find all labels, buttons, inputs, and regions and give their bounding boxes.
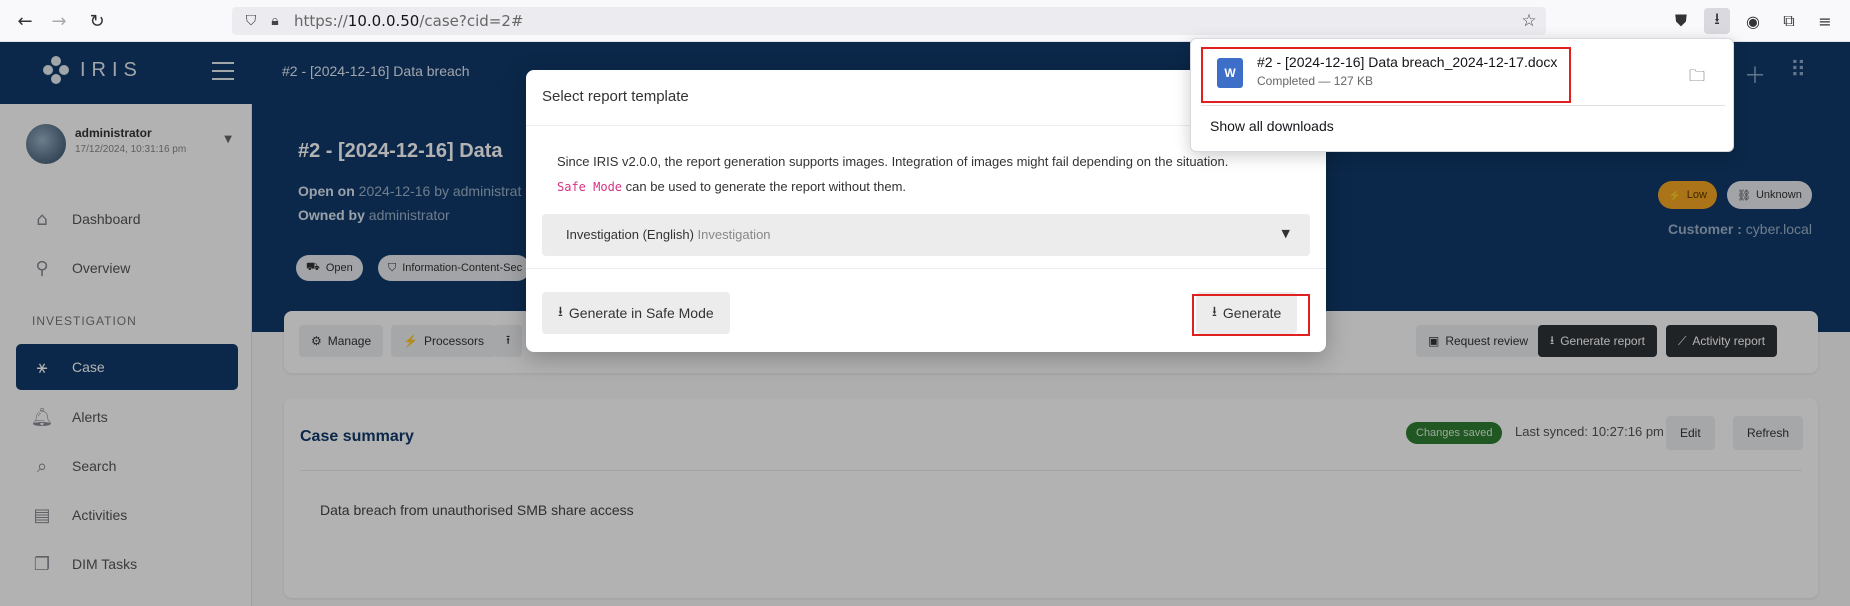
modal-title: Select report template bbox=[542, 88, 689, 105]
bookmark-star-icon[interactable]: ☆ bbox=[1520, 11, 1538, 31]
menu-icon[interactable]: ≡ bbox=[1812, 8, 1838, 34]
modal-info-text: Since IRIS v2.0.0, the report generation… bbox=[557, 154, 1229, 194]
template-select-value: Investigation (English) Investigation bbox=[566, 227, 771, 242]
show-all-downloads-link[interactable]: Show all downloads bbox=[1210, 118, 1334, 134]
browser-toolbar: ← → ↻ ⛉ 🔒︎ https://10.0.0.50/case?cid=2#… bbox=[0, 0, 1850, 42]
forward-arrow-icon[interactable]: → bbox=[46, 8, 72, 34]
back-arrow-icon[interactable]: ← bbox=[12, 8, 38, 34]
safe-mode-code: Safe Mode bbox=[557, 180, 623, 194]
lock-icon[interactable]: 🔒︎ bbox=[266, 12, 284, 30]
url-text[interactable]: https://10.0.0.50/case?cid=2# bbox=[294, 12, 523, 30]
modal-footer-divider bbox=[526, 268, 1326, 269]
file-download-icon: ⭳ bbox=[558, 303, 563, 319]
folder-icon[interactable]: 🗀 bbox=[1689, 65, 1705, 92]
pocket-icon[interactable]: ⛊ bbox=[1668, 8, 1694, 34]
reload-icon[interactable]: ↻ bbox=[84, 8, 110, 34]
downloads-icon[interactable]: ⭳ bbox=[1704, 8, 1730, 34]
highlight-box bbox=[1192, 294, 1310, 336]
downloads-panel: W #2 - [2024-12-16] Data breach_2024-12-… bbox=[1190, 38, 1734, 152]
caret-down-icon: ▼ bbox=[1281, 227, 1290, 240]
shield-icon[interactable]: ⛉ bbox=[242, 12, 260, 30]
highlight-box bbox=[1201, 47, 1571, 103]
account-icon[interactable]: ◉ bbox=[1740, 8, 1766, 34]
generate-safe-mode-button[interactable]: ⭳ Generate in Safe Mode bbox=[542, 292, 730, 334]
divider bbox=[1201, 105, 1725, 106]
template-select[interactable]: Investigation (English) Investigation ▼ bbox=[542, 214, 1310, 256]
extensions-icon[interactable]: ⧉ bbox=[1776, 8, 1802, 34]
url-bar[interactable]: ⛉ 🔒︎ https://10.0.0.50/case?cid=2# ☆ bbox=[232, 7, 1546, 35]
